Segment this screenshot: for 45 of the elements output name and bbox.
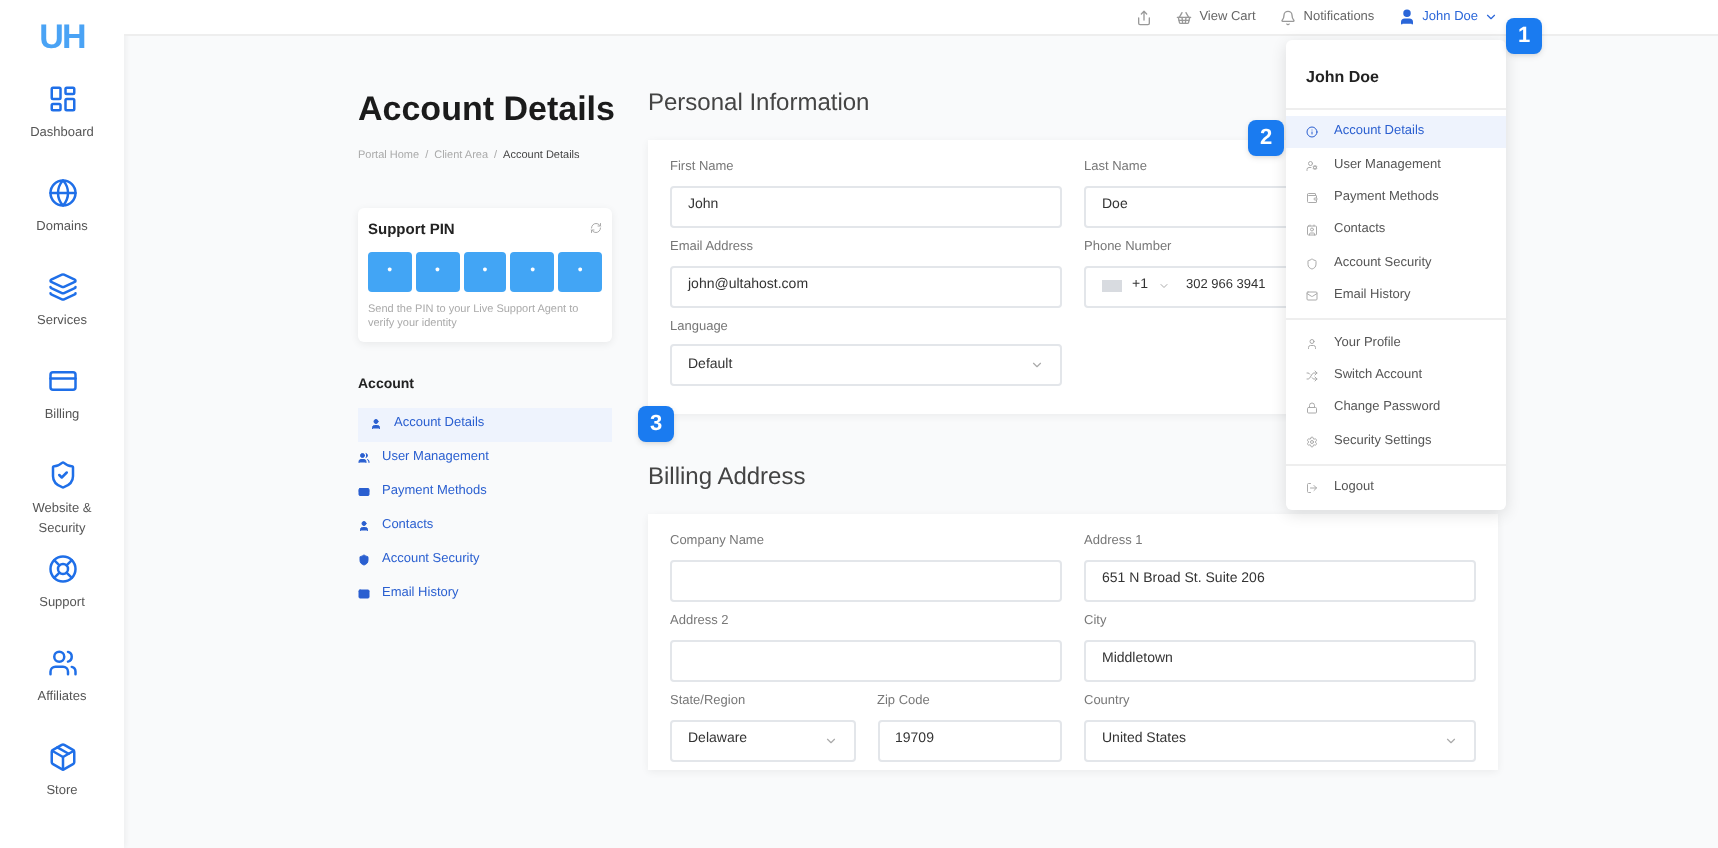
section-title: Billing Address (648, 460, 806, 495)
package-icon (47, 741, 77, 771)
caret-icon (1030, 358, 1044, 373)
caret-icon (1444, 733, 1458, 747)
users-icon (358, 452, 370, 464)
globe-icon (47, 177, 77, 207)
info-icon (1306, 126, 1318, 139)
lifebuoy-icon (47, 553, 77, 583)
caret-icon (1484, 10, 1498, 24)
mail-icon (358, 588, 370, 600)
input-field[interactable] (670, 560, 1062, 602)
contact-icon (1306, 224, 1318, 237)
user-icon (1306, 337, 1318, 350)
step-badge: 1 (1506, 18, 1542, 54)
layers-icon (47, 271, 77, 301)
wallet-icon (1306, 191, 1318, 204)
shield-icon (47, 459, 77, 489)
user-icon (370, 418, 382, 430)
dashboard-icon (47, 83, 77, 113)
flag-icon (1102, 280, 1122, 292)
refresh-icon[interactable] (590, 222, 602, 235)
logout-icon (1306, 482, 1318, 495)
shield-icon (358, 554, 370, 566)
user-icon (1398, 8, 1417, 26)
step-badge: 2 (1248, 120, 1284, 156)
card-icon (358, 486, 370, 498)
lock-icon (1306, 402, 1318, 415)
caret-icon (1157, 280, 1170, 292)
mail-icon (1306, 290, 1318, 303)
basket-icon (1175, 9, 1192, 25)
gear-icon (1306, 435, 1318, 448)
bell-icon (1279, 9, 1296, 25)
users-icon (47, 647, 77, 677)
input-field[interactable] (670, 639, 1062, 682)
step-badge: 3 (638, 406, 674, 442)
shuffle-icon (1306, 369, 1318, 382)
card-icon (47, 365, 77, 395)
shield-icon (1306, 257, 1318, 270)
user-icon (358, 520, 370, 532)
section-title: Personal Information (648, 86, 870, 120)
user-gear-icon (1306, 159, 1318, 172)
caret-icon (823, 733, 837, 747)
page-title: Account Details (358, 88, 612, 132)
menu-header: John Doe (1306, 68, 1379, 86)
share-icon[interactable] (1135, 9, 1152, 25)
